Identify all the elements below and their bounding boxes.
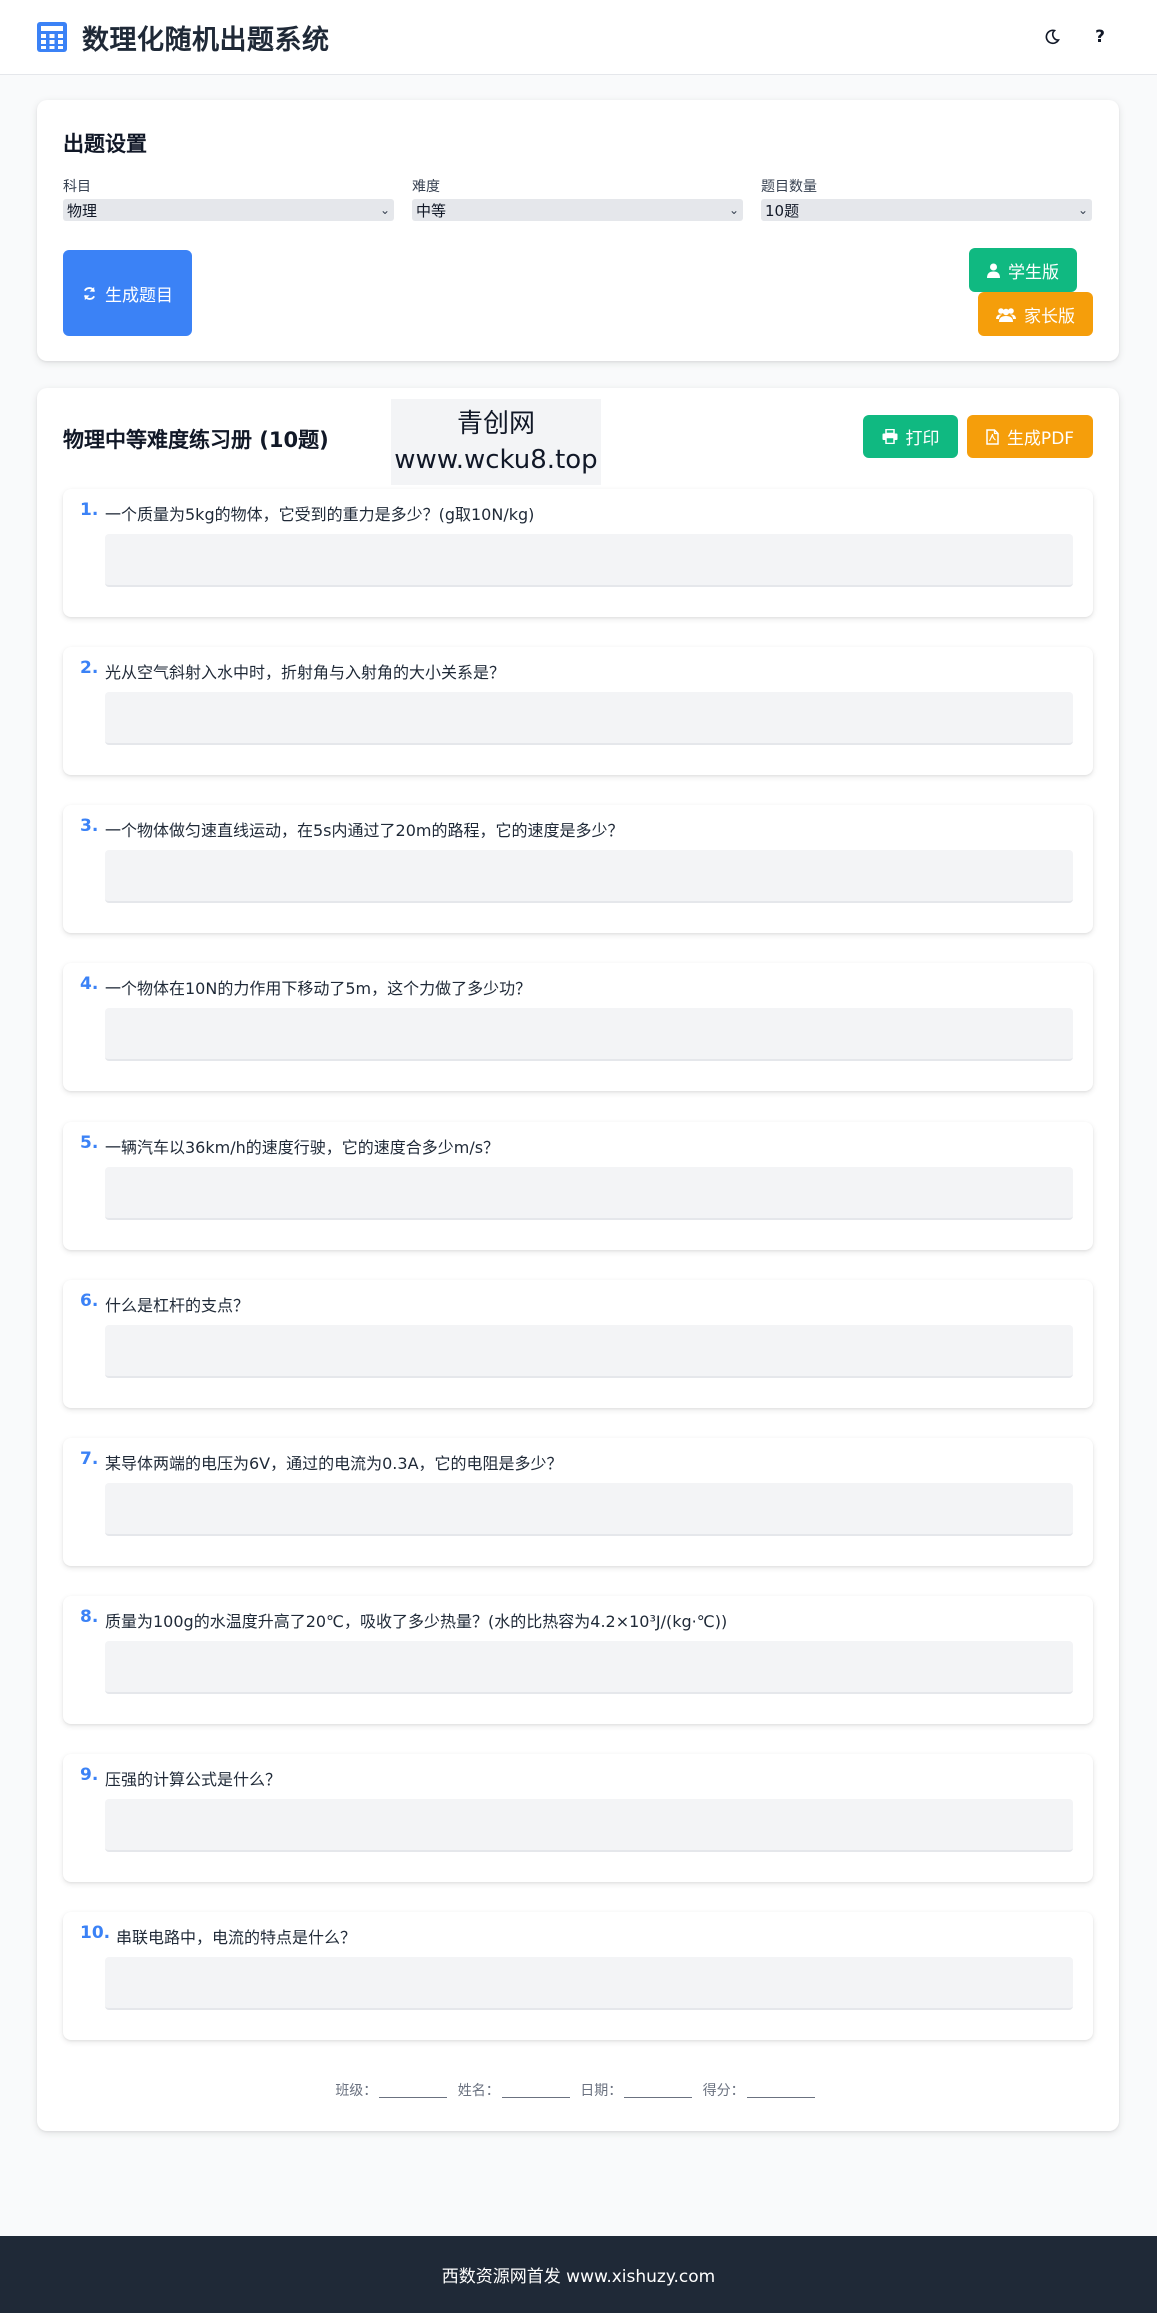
settings-title: 出题设置: [63, 132, 147, 156]
answer-area[interactable]: [105, 1008, 1073, 1061]
question-text: 串联电路中，电流的特点是什么？: [116, 1928, 357, 1947]
difficulty-label: 难度: [412, 179, 440, 195]
question-card: 8. 质量为100g的水温度升高了20℃，吸收了多少热量？(水的比热容为4.2×…: [63, 1596, 1093, 1724]
answer-area[interactable]: [105, 692, 1073, 745]
moon-icon: [1045, 29, 1060, 45]
question-text: 一辆汽车以36km/h的速度行驶，它的速度合多少m/s？: [105, 1138, 500, 1157]
question-number: 9.: [80, 1765, 99, 1785]
question-card: 7. 某导体两端的电压为6V，通过的电流为0.3A，它的电阻是多少？: [63, 1438, 1093, 1566]
generate-pdf-button[interactable]: 生成PDF: [967, 415, 1093, 458]
refresh-icon: [83, 286, 96, 300]
question-number: 7.: [80, 1449, 99, 1469]
parent-version-button[interactable]: 家长版: [978, 292, 1093, 336]
chevron-down-icon: ⌄: [379, 203, 390, 217]
question-number: 8.: [80, 1607, 99, 1627]
page-footer: 西数资源网首发 www.xishuzy.com: [0, 2236, 1157, 2313]
question-card: 9. 压强的计算公式是什么？: [63, 1754, 1093, 1882]
question-text: 一个质量为5kg的物体，它受到的重力是多少？(g取10N/kg): [105, 505, 535, 524]
print-button[interactable]: 打印: [863, 415, 958, 458]
question-number: 6.: [80, 1291, 99, 1311]
print-label: 打印: [905, 429, 940, 449]
score-blank: [746, 2084, 815, 2098]
file-pdf-icon: [986, 428, 999, 445]
watermark-line2: www.wcku8.top: [394, 445, 598, 475]
answer-area[interactable]: [105, 1483, 1073, 1536]
question-card: 10. 串联电路中，电流的特点是什么？: [63, 1912, 1093, 2040]
question-text: 一个物体在10N的力作用下移动了5m，这个力做了多少功？: [105, 979, 532, 998]
score-label: 得分：: [702, 2083, 745, 2099]
generate-label: 生成题目: [105, 285, 173, 306]
user-icon: [987, 263, 1000, 278]
class-blank: [379, 2084, 448, 2098]
answer-area[interactable]: [105, 1325, 1073, 1378]
question-card: 3. 一个物体做匀速直线运动，在5s内通过了20m的路程，它的速度是多少？: [63, 805, 1093, 933]
printer-icon: [882, 429, 897, 444]
student-label: 学生版: [1008, 262, 1059, 283]
answer-area[interactable]: [105, 850, 1073, 903]
question-text: 光从空气斜射入水中时，折射角与入射角的大小关系是？: [105, 663, 506, 682]
name-label: 姓名：: [457, 2083, 500, 2099]
question-text: 质量为100g的水温度升高了20℃，吸收了多少热量？(水的比热容为4.2×10³…: [105, 1612, 728, 1631]
app-header: 数理化随机出题系统 ?: [0, 0, 1157, 75]
student-version-button[interactable]: 学生版: [969, 248, 1077, 292]
answer-area[interactable]: [105, 1957, 1073, 2010]
count-label: 题目数量: [761, 179, 817, 195]
question-card: 6. 什么是杠杆的支点？: [63, 1280, 1093, 1408]
answer-area[interactable]: [105, 1167, 1073, 1220]
generate-button[interactable]: 生成题目: [63, 250, 192, 336]
count-field: 题目数量 10题 ⌄: [761, 176, 1092, 221]
question-number: 2.: [80, 658, 99, 678]
footer-text: 西数资源网首发 www.xishuzy.com: [441, 2267, 716, 2287]
question-card: 2. 光从空气斜射入水中时，折射角与入射角的大小关系是？: [63, 647, 1093, 775]
class-label: 班级：: [335, 2083, 378, 2099]
question-text: 一个物体做匀速直线运动，在5s内通过了20m的路程，它的速度是多少？: [105, 821, 624, 840]
settings-card: 出题设置 科目 物理 ⌄ 难度 中等 ⌄ 题目数量 10题 ⌄ 生成题目 学生版…: [37, 100, 1119, 361]
question-number: 5.: [80, 1133, 99, 1153]
chevron-down-icon: ⌄: [1077, 203, 1088, 217]
parent-label: 家长版: [1024, 306, 1075, 327]
count-value: 10题: [765, 201, 800, 220]
theme-toggle-button[interactable]: [1041, 26, 1063, 48]
difficulty-select[interactable]: 中等 ⌄: [412, 199, 743, 221]
difficulty-value: 中等: [416, 201, 447, 220]
question-card: 5. 一辆汽车以36km/h的速度行驶，它的速度合多少m/s？: [63, 1122, 1093, 1250]
question-number: 4.: [80, 974, 99, 994]
subject-value: 物理: [67, 201, 98, 220]
calculator-icon: [37, 22, 67, 52]
question-text: 什么是杠杆的支点？: [105, 1296, 250, 1315]
header-actions: ?: [1041, 26, 1121, 48]
question-card: 4. 一个物体在10N的力作用下移动了5m，这个力做了多少功？: [63, 963, 1093, 1091]
app-title: 数理化随机出题系统: [82, 24, 330, 56]
difficulty-field: 难度 中等 ⌄: [412, 176, 743, 221]
name-blank: [501, 2084, 570, 2098]
count-select[interactable]: 10题 ⌄: [761, 199, 1092, 221]
question-number: 10.: [80, 1923, 111, 1943]
date-blank: [624, 2084, 693, 2098]
subject-select[interactable]: 物理 ⌄: [63, 199, 394, 221]
pdf-label: 生成PDF: [1006, 429, 1075, 449]
answer-area[interactable]: [105, 1799, 1073, 1852]
subject-label: 科目: [63, 179, 91, 195]
date-label: 日期：: [580, 2083, 623, 2099]
question-text: 某导体两端的电压为6V，通过的电流为0.3A，它的电阻是多少？: [105, 1454, 563, 1473]
worksheet-title: 物理中等难度练习册 (10题): [63, 428, 329, 452]
question-text: 压强的计算公式是什么？: [105, 1770, 282, 1789]
question-number: 1.: [80, 500, 99, 520]
question-number: 3.: [80, 816, 99, 836]
watermark-line1: 青创网: [456, 409, 535, 439]
chevron-down-icon: ⌄: [728, 203, 739, 217]
help-button[interactable]: ?: [1089, 26, 1111, 48]
users-icon: [996, 307, 1016, 322]
answer-area[interactable]: [105, 534, 1073, 587]
watermark: 青创网 www.wcku8.top: [391, 399, 601, 485]
answer-area[interactable]: [105, 1641, 1073, 1694]
student-info-line: 班级： 姓名： 日期： 得分：: [37, 2080, 1119, 2100]
worksheet-card: 物理中等难度练习册 (10题) 青创网 www.wcku8.top 打印 生成P…: [37, 388, 1119, 2131]
subject-field: 科目 物理 ⌄: [63, 176, 394, 221]
question-card: 1. 一个质量为5kg的物体，它受到的重力是多少？(g取10N/kg): [63, 489, 1093, 617]
